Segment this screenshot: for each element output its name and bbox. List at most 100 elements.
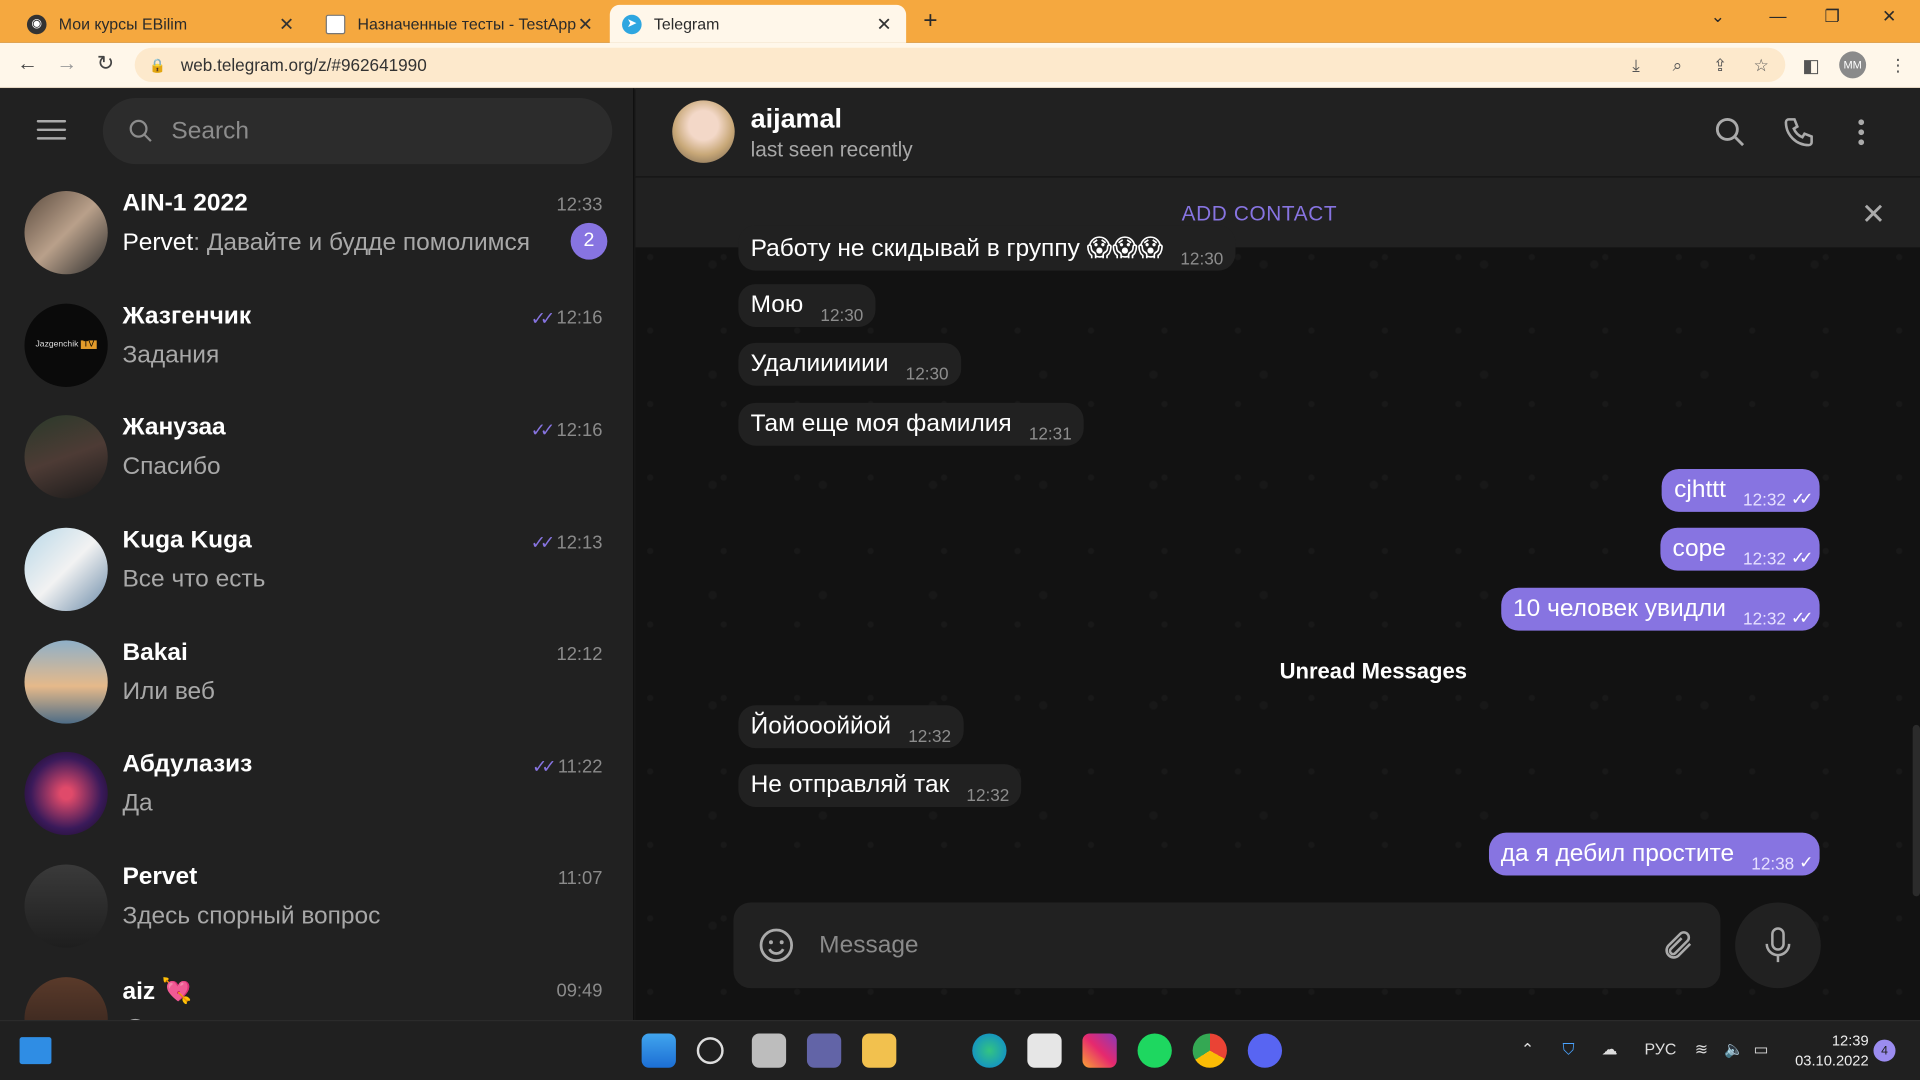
chat-item-zhazgenchik[interactable]: Jazgenchik TV Жазгенчик Задания ✓✓ 12:16: [0, 289, 633, 401]
profile-avatar[interactable]: MM: [1839, 51, 1867, 79]
message-bubble[interactable]: Йойоооййой 12:32: [738, 705, 964, 749]
message-bubble[interactable]: Не отправляй так 12:32: [738, 764, 1022, 807]
wifi-icon[interactable]: ≋: [1695, 1040, 1708, 1060]
bookmark-star-icon[interactable]: ☆: [1753, 55, 1768, 76]
spotify-icon[interactable]: [1137, 1033, 1172, 1068]
chat-item-aiz[interactable]: aiz 💘 😊 09:49: [0, 962, 633, 1020]
reload-button[interactable]: ↻: [97, 51, 114, 75]
back-button[interactable]: ←: [17, 51, 38, 75]
contact-avatar[interactable]: [672, 100, 735, 163]
chat-item-pervet[interactable]: Pervet Здесь спорный вопрос 11:07: [0, 850, 633, 962]
message-bubble-outgoing[interactable]: 10 человек увидли 12:32 ✓✓: [1500, 587, 1820, 631]
tab-close-icon[interactable]: ✕: [277, 13, 297, 35]
contact-name: aijamal: [750, 102, 842, 134]
tab-telegram[interactable]: ➤ Telegram ✕: [609, 4, 907, 43]
lock-icon: 🔒: [149, 58, 167, 73]
teams-chat-icon[interactable]: [806, 1033, 842, 1068]
chat-item-zhanuzaa[interactable]: Жанузаа Спасибо ✓✓ 12:16: [0, 401, 633, 513]
minimize-button[interactable]: —: [1769, 6, 1786, 26]
battery-icon[interactable]: ▭: [1753, 1040, 1768, 1060]
search-icon[interactable]: [1713, 115, 1747, 149]
language-indicator[interactable]: РУС: [1644, 1040, 1676, 1058]
share-icon[interactable]: ⇪: [1713, 55, 1727, 76]
chat-item-abdulaziz[interactable]: Абдулазиз Да ✓✓ 11:22: [0, 738, 633, 850]
avatar: [24, 976, 108, 1020]
tab-search-icon[interactable]: ⌄: [1711, 6, 1725, 27]
security-icon[interactable]: ⛉: [1562, 1040, 1574, 1060]
chrome-icon[interactable]: [1192, 1033, 1227, 1068]
add-contact-button[interactable]: ADD CONTACT: [1182, 202, 1338, 226]
chat-time: 11:07: [558, 868, 603, 889]
edge-icon[interactable]: [972, 1033, 1007, 1068]
tab-testapp[interactable]: Назначенные тесты - TestApp ✕: [313, 5, 607, 43]
double-check-icon: ✓✓: [530, 420, 556, 442]
message-text: Мою: [750, 291, 804, 319]
message-bubble[interactable]: Мою 12:30: [738, 284, 876, 327]
tray-overflow-icon[interactable]: ⌃: [1521, 1040, 1534, 1060]
voice-record-button[interactable]: [1735, 902, 1821, 989]
message-bubble-outgoing[interactable]: cjhttt 12:32 ✓✓: [1661, 468, 1820, 512]
chat-preview: Pervet: Давайте и будде помолимся: [122, 229, 551, 257]
message-time: 12:30: [1180, 248, 1224, 269]
message-bubble-outgoing[interactable]: соре 12:32 ✓✓: [1660, 527, 1820, 571]
system-clock[interactable]: 12:39 03.10.2022: [1795, 1031, 1869, 1070]
chat-time-text: 11:22: [557, 756, 603, 778]
task-view-icon[interactable]: [751, 1033, 787, 1068]
maximize-button[interactable]: ❐: [1824, 6, 1839, 27]
microsoft-store-icon[interactable]: [1027, 1033, 1062, 1068]
read-check-icon: ✓✓: [1790, 488, 1814, 509]
globe-icon: ◉: [26, 14, 47, 34]
chat-header[interactable]: aijamal last seen recently: [635, 88, 1920, 177]
chat-name: Pervet: [122, 863, 198, 891]
chat-time-text: 11:07: [557, 868, 603, 890]
side-panel-icon[interactable]: ◧: [1802, 55, 1819, 77]
chat-item-kuga-kuga[interactable]: Kuga Kuga Все что есть ✓✓ 12:13: [0, 513, 633, 625]
install-icon[interactable]: ⤓: [1632, 55, 1640, 76]
close-window-button[interactable]: ✕: [1882, 6, 1896, 27]
new-tab-button[interactable]: +: [923, 7, 937, 35]
file-explorer-icon[interactable]: [862, 1033, 897, 1068]
message-time: 12:30: [820, 304, 864, 325]
microphone-icon: [1765, 927, 1791, 963]
phone-icon[interactable]: [1782, 115, 1816, 149]
instagram-icon[interactable]: [1082, 1033, 1117, 1068]
message-bubble[interactable]: Работу не скидывай в группу 😱😱😱 12:30: [738, 225, 1236, 271]
search-input[interactable]: [171, 116, 564, 146]
forward-button[interactable]: →: [56, 51, 77, 75]
more-vertical-icon[interactable]: [1851, 115, 1871, 149]
notification-badge[interactable]: 4: [1873, 1039, 1896, 1062]
address-bar[interactable]: 🔒 web.telegram.org/z/#962641990: [134, 47, 1786, 83]
zoom-icon[interactable]: ⌕: [1673, 55, 1683, 76]
message-time: 12:38: [1751, 853, 1795, 874]
browser-menu-icon[interactable]: ⋮: [1889, 55, 1906, 76]
sent-check-icon: ✓: [1799, 852, 1813, 872]
message-bubble[interactable]: Удалииииии 12:30: [738, 342, 961, 386]
message-bubble[interactable]: Там еще моя фамилия 12:31: [738, 402, 1084, 446]
paperclip-icon[interactable]: [1662, 927, 1696, 964]
windows-start-icon[interactable]: [641, 1033, 676, 1068]
message-time: 12:32: [1743, 489, 1786, 510]
message-time: 12:32: [1743, 608, 1786, 629]
close-icon[interactable]: ✕: [1861, 197, 1886, 233]
discord-icon[interactable]: [1247, 1033, 1283, 1068]
message-list: Работу не скидывай в группу 😱😱😱 12:30 Мо…: [636, 225, 1920, 896]
message-input[interactable]: [819, 926, 1628, 964]
message-bubble-outgoing[interactable]: да я дебил простите 12:38 ✓: [1488, 832, 1820, 876]
preview-sender: Pervet: [122, 228, 194, 256]
tab-close-icon[interactable]: ✕: [576, 13, 596, 35]
onedrive-icon[interactable]: ☁: [1602, 1040, 1618, 1060]
search-box[interactable]: [102, 97, 613, 165]
emoji-icon[interactable]: [758, 927, 795, 964]
volume-icon[interactable]: 🔈: [1724, 1040, 1744, 1060]
chat-name: Жазгенчик: [122, 302, 252, 330]
widgets-icon[interactable]: [19, 1037, 52, 1065]
tab-close-icon[interactable]: ✕: [874, 13, 894, 35]
chat-time-text: 09:49: [556, 980, 603, 1002]
search-icon[interactable]: [696, 1037, 724, 1065]
message-time: 12:32: [966, 784, 1010, 805]
chat-item-bakai[interactable]: Bakai Или веб 12:12: [0, 625, 633, 737]
hamburger-menu-icon[interactable]: [36, 120, 67, 142]
tab-ebilim[interactable]: ◉ Мои курсы EBilim ✕: [15, 5, 309, 43]
chat-item-ain-1-2022[interactable]: AIN-1 2022 Pervet: Давайте и будде помол…: [0, 176, 633, 288]
scrollbar[interactable]: [1912, 724, 1920, 897]
